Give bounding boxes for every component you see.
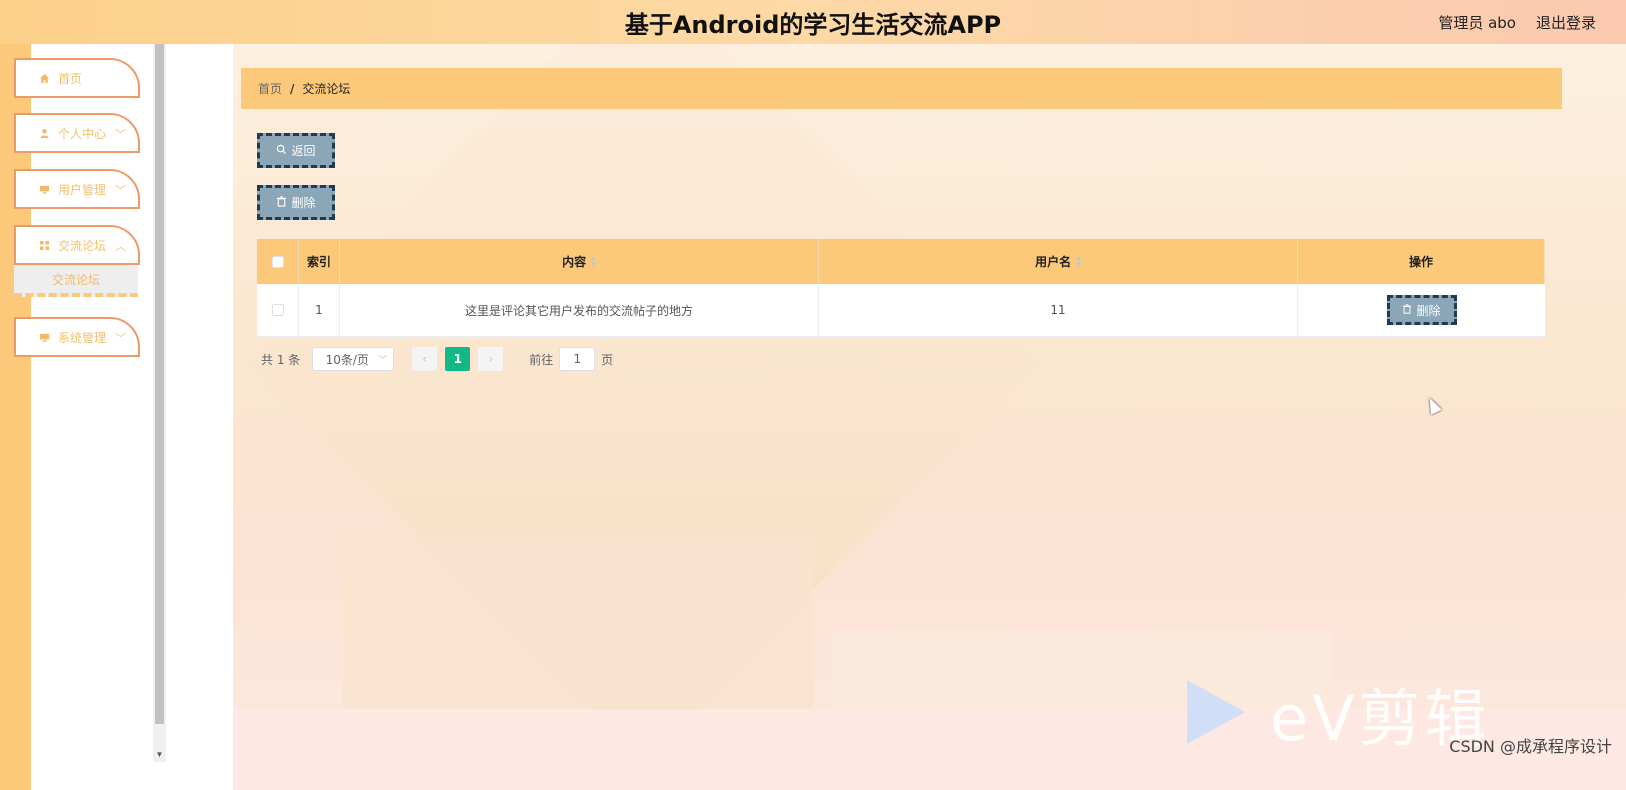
sidebar-item-label: 用户管理: [58, 182, 107, 197]
table-header: 索引 内容 ▲ ▼ 用户名 ▲ ▼ 操作: [257, 239, 1545, 284]
chevron-up-icon: ︿: [115, 240, 126, 253]
sidebar-item-users[interactable]: 用户管理 ﹀: [14, 169, 140, 209]
sidebar: 首页 个人中心 ﹀ 用户管理 ﹀ 交流论坛 ︿ 交流论坛 系统管理 ﹀: [14, 44, 159, 790]
delete-button-label: 删除: [291, 196, 316, 210]
column-header-content[interactable]: 内容 ▲ ▼: [340, 239, 819, 284]
sidebar-item-profile[interactable]: 个人中心 ﹀: [14, 113, 140, 153]
goto-page-input[interactable]: [559, 347, 596, 371]
chevron-down-icon: ﹀: [378, 356, 388, 366]
sidebar-item-label: 系统管理: [58, 330, 107, 345]
header-checkbox-cell: [257, 239, 299, 284]
scrollbar-thumb[interactable]: [155, 44, 164, 724]
breadcrumb: 首页 / 交流论坛: [241, 68, 1562, 109]
logout-link[interactable]: 退出登录: [1536, 12, 1596, 33]
goto-label: 前往: [529, 352, 554, 367]
home-icon: [38, 72, 50, 84]
header-user-area: 管理员 abo 退出登录: [1438, 0, 1596, 44]
page-suffix: 页: [601, 352, 614, 367]
back-button[interactable]: 返回: [257, 133, 335, 168]
pagination-total: 共 1 条: [261, 352, 301, 367]
sidebar-scrollbar[interactable]: ▼: [153, 44, 166, 762]
row-delete-label: 删除: [1416, 303, 1441, 318]
page-size-value: 10条/页: [325, 352, 369, 367]
app-title: 基于Android的学习生活交流APP: [624, 10, 1002, 39]
sidebar-item-label: 个人中心: [58, 126, 107, 141]
background-platform: [833, 629, 1333, 719]
monitor-icon: [38, 331, 50, 343]
batch-delete-button[interactable]: 删除: [257, 185, 335, 220]
breadcrumb-home[interactable]: 首页: [258, 80, 282, 97]
monitor-icon: [38, 183, 50, 195]
chevron-right-icon: ›: [488, 352, 494, 366]
chevron-down-icon: ﹀: [115, 332, 126, 345]
column-header-label: 内容: [562, 255, 587, 269]
trash-icon: [1402, 303, 1412, 317]
left-accent-strip: [0, 44, 31, 790]
play-logo-icon: [1187, 680, 1245, 744]
sidebar-item-label: 首页: [58, 71, 83, 86]
row-index: 1: [299, 284, 340, 336]
sort-icon[interactable]: ▲ ▼: [591, 255, 596, 268]
breadcrumb-current: 交流论坛: [302, 82, 351, 96]
row-actions: 删除: [1298, 284, 1545, 336]
table-row: 1 这里是评论其它用户发布的交流帖子的地方 11 删除: [257, 284, 1545, 337]
breadcrumb-separator: /: [290, 81, 295, 96]
column-header-index: 索引: [299, 239, 340, 284]
sidebar-item-forum[interactable]: 交流论坛 ︿: [14, 225, 140, 265]
row-checkbox[interactable]: [271, 304, 284, 316]
sort-icon[interactable]: ▲ ▼: [1076, 255, 1081, 268]
user-label: 管理员 abo: [1438, 13, 1516, 32]
page-number-button[interactable]: 1: [445, 347, 471, 371]
top-header: 基于Android的学习生活交流APP 管理员 abo 退出登录: [0, 0, 1626, 44]
watermark-credit: CSDN @成承程序设计: [1449, 737, 1612, 756]
search-icon: [276, 144, 287, 158]
trash-icon: [276, 195, 287, 210]
forum-table: 索引 内容 ▲ ▼ 用户名 ▲ ▼ 操作 1 这里是评论其它用户发布的交流帖子的地方…: [257, 239, 1545, 337]
sidebar-item-label: 交流论坛: [58, 238, 107, 253]
column-header-label: 用户名: [1035, 255, 1072, 269]
chevron-left-icon: ‹: [422, 352, 428, 366]
prev-page-button[interactable]: ‹: [412, 347, 438, 371]
column-header-username[interactable]: 用户名 ▲ ▼: [819, 239, 1298, 284]
row-username: 11: [819, 284, 1298, 336]
grid-icon: [38, 239, 50, 251]
back-button-label: 返回: [291, 144, 316, 158]
sidebar-item-system[interactable]: 系统管理 ﹀: [14, 317, 140, 357]
chevron-down-icon: ﹀: [115, 184, 126, 197]
sidebar-item-home[interactable]: 首页: [14, 58, 140, 98]
pagination: 共 1 条 10条/页 ﹀ ‹ 1 › 前往 页: [261, 347, 613, 371]
row-delete-button[interactable]: 删除: [1386, 295, 1457, 325]
user-icon: [38, 127, 50, 139]
column-header-actions: 操作: [1298, 239, 1545, 284]
chevron-down-icon: ﹀: [115, 128, 126, 141]
page-size-select[interactable]: 10条/页 ﹀: [312, 347, 395, 371]
next-page-button[interactable]: ›: [478, 347, 504, 371]
sidebar-subitem-forum[interactable]: 交流论坛: [14, 265, 138, 297]
scroll-down-icon[interactable]: ▼: [153, 748, 166, 762]
row-content: 这里是评论其它用户发布的交流帖子的地方: [340, 284, 819, 336]
row-checkbox-cell: [257, 284, 299, 336]
select-all-checkbox[interactable]: [271, 255, 284, 268]
